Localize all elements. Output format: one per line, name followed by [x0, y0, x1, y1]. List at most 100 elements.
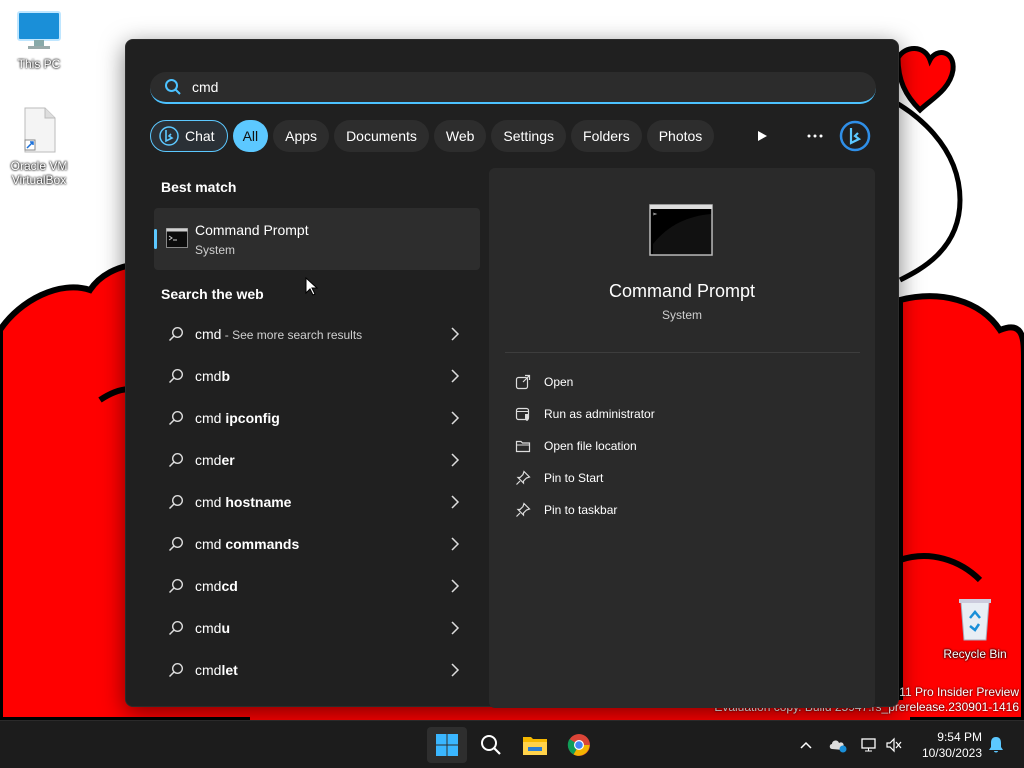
bing-button[interactable] [838, 120, 872, 152]
divider [505, 352, 860, 353]
notifications-button[interactable] [986, 735, 1006, 755]
search-icon [481, 735, 501, 755]
web-result-item[interactable]: cmdu [154, 607, 480, 649]
search-icon [168, 494, 184, 510]
search-panel: Chat All Apps Documents Web Settings Fol… [125, 39, 899, 708]
web-result-base: cmd [195, 662, 222, 678]
chrome-button[interactable] [559, 727, 599, 763]
taskbar-search-button[interactable] [471, 727, 511, 763]
monitor-icon [17, 11, 61, 49]
cloud-icon [829, 740, 847, 753]
filter-chat[interactable]: Chat [150, 120, 228, 152]
filter-settings[interactable]: Settings [491, 120, 567, 152]
web-result-base: cmd [195, 536, 222, 552]
filter-folders[interactable]: Folders [571, 120, 642, 152]
chrome-icon [567, 734, 590, 756]
command-prompt-large-icon [649, 204, 713, 256]
web-result-completion: er [221, 452, 235, 468]
action-label: Open file location [544, 439, 637, 453]
chevron-up-icon [800, 741, 812, 749]
tray-overflow-button[interactable] [796, 735, 816, 755]
action-label: Run as administrator [544, 407, 655, 421]
web-result-suffix: - See more search results [221, 328, 363, 342]
best-match-heading: Best match [161, 179, 237, 195]
chevron-right-icon [451, 369, 460, 383]
filter-documents[interactable]: Documents [334, 120, 429, 152]
best-match-item[interactable]: Command Prompt System [154, 208, 480, 270]
desktop-icon-virtualbox[interactable]: Oracle VM VirtualBox [4, 106, 74, 187]
web-results-list: cmd - See more search results cmdb cmd i… [154, 313, 480, 691]
web-result-base: cmd [195, 368, 222, 384]
start-button[interactable] [427, 727, 467, 763]
web-result-item[interactable]: cmder [154, 439, 480, 481]
action-label: Pin to Start [544, 471, 604, 485]
filter-photos[interactable]: Photos [646, 120, 715, 152]
web-result-item[interactable]: cmd commands [154, 523, 480, 565]
search-icon [168, 410, 184, 426]
selection-indicator [154, 229, 157, 249]
best-match-name: Command Prompt [195, 222, 309, 238]
action-pin-to-start[interactable]: Pin to Start [505, 462, 655, 494]
web-result-item[interactable]: cmdb [154, 355, 480, 397]
chevron-right-icon [451, 327, 460, 341]
web-result-item[interactable]: cmdcd [154, 565, 480, 607]
watermark-line-1: s 11 Pro Insider Preview [889, 685, 1019, 699]
action-run-as-admin[interactable]: Run as administrator [505, 398, 655, 430]
web-result-base: cmd [195, 578, 222, 594]
taskbar: 9:54 PM 10/30/2023 [0, 720, 1024, 768]
bing-icon [839, 120, 871, 152]
preview-title: Command Prompt [608, 281, 756, 301]
desktop-icon-recycle-bin[interactable]: Recycle Bin [940, 596, 1010, 661]
web-result-item[interactable]: cmd hostname [154, 481, 480, 523]
onedrive-tray-icon[interactable] [828, 735, 848, 755]
ellipsis-icon [807, 134, 823, 138]
desktop-icon-this-pc[interactable]: This PC [4, 10, 74, 71]
search-input[interactable] [192, 79, 792, 95]
web-result-base: cmd [195, 620, 222, 636]
folder-icon [515, 440, 531, 453]
filter-all[interactable]: All [232, 120, 269, 152]
web-result-base: cmd [195, 326, 222, 342]
search-icon [168, 368, 184, 384]
speaker-muted-icon [886, 737, 902, 753]
action-pin-to-taskbar[interactable]: Pin to taskbar [505, 494, 655, 526]
open-external-icon [515, 374, 531, 390]
web-result-completion: cd [221, 578, 238, 594]
web-result-completion: commands [221, 536, 300, 552]
web-result-item[interactable]: cmd - See more search results [154, 313, 480, 355]
web-result-base: cmd [195, 410, 222, 426]
action-label: Open [544, 375, 574, 389]
chevron-right-icon [451, 663, 460, 677]
web-result-completion: hostname [221, 494, 292, 510]
web-result-item[interactable]: cmd ipconfig [154, 397, 480, 439]
filter-web[interactable]: Web [433, 120, 487, 152]
web-result-item[interactable]: cmdlet [154, 649, 480, 691]
windows-logo-icon [436, 734, 458, 756]
filter-apps[interactable]: Apps [273, 120, 330, 152]
mouse-cursor-icon [305, 277, 319, 296]
pin-icon [516, 470, 531, 485]
clock[interactable]: 9:54 PM 10/30/2023 [922, 729, 982, 761]
volume-tray-icon[interactable] [884, 735, 904, 755]
file-explorer-button[interactable] [515, 727, 555, 763]
web-result-completion: let [221, 662, 238, 678]
file-shortcut-icon [24, 107, 56, 153]
search-icon [165, 79, 181, 95]
more-filters-button[interactable] [746, 120, 778, 152]
display-network-icon [861, 738, 876, 752]
search-box[interactable] [150, 72, 876, 104]
network-tray-icon[interactable] [859, 735, 879, 755]
clock-time: 9:54 PM [937, 730, 982, 744]
shield-window-icon [515, 407, 530, 421]
action-open-file-location[interactable]: Open file location [505, 430, 655, 462]
search-icon [168, 452, 184, 468]
chevron-right-icon [451, 495, 460, 509]
chevron-right-icon [451, 453, 460, 467]
desktop-icon-label: This PC [17, 57, 61, 71]
search-icon [168, 536, 184, 552]
action-open[interactable]: Open [505, 366, 655, 398]
bing-chat-icon [159, 126, 179, 146]
best-match-type: System [195, 243, 236, 257]
chevron-right-icon [451, 411, 460, 425]
more-options-button[interactable] [799, 120, 831, 152]
